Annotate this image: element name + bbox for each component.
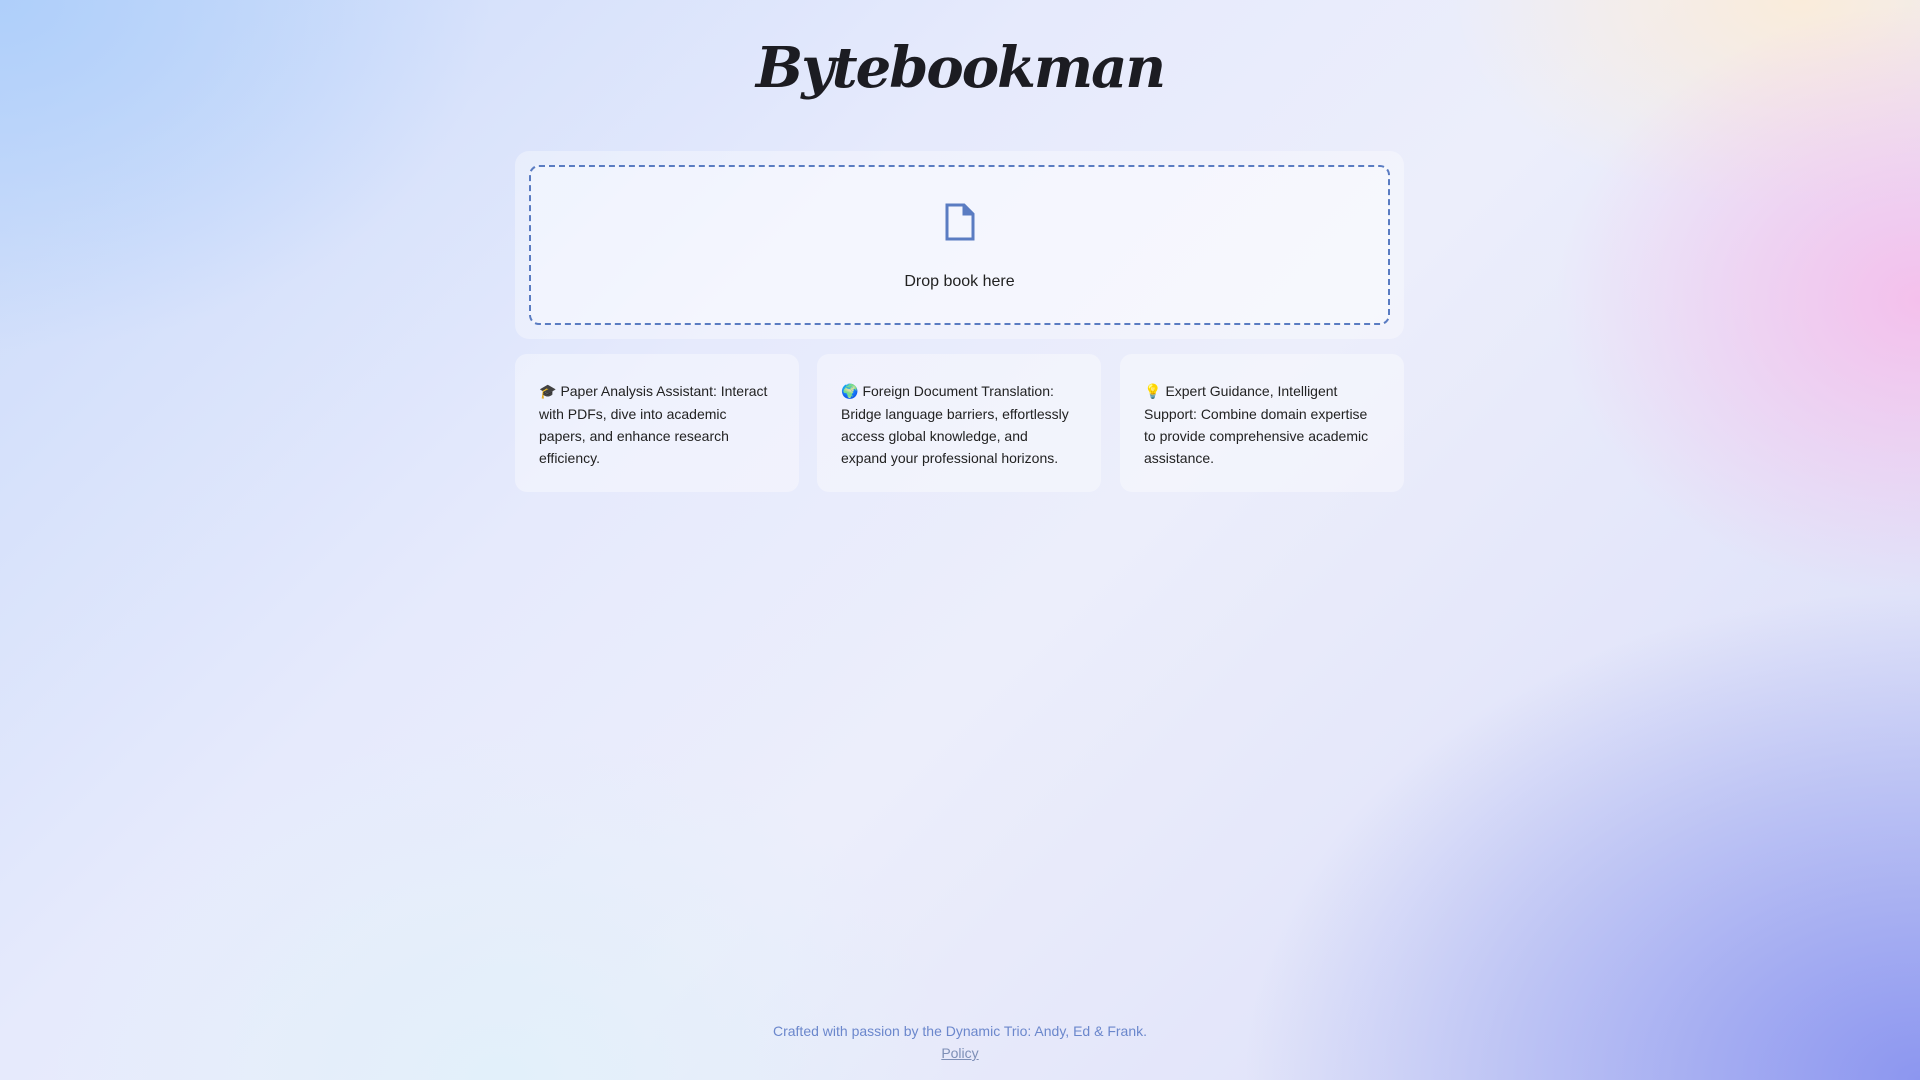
drop-zone-label: Drop book here bbox=[904, 273, 1015, 290]
feature-card-expert-guidance: 💡 Expert Guidance, Intelligent Support: C… bbox=[1120, 354, 1404, 492]
footer-credit: Crafted with passion by the Dynamic Trio… bbox=[772, 1023, 1147, 1039]
app-logo: Bytebookman bbox=[755, 35, 1166, 101]
file-icon bbox=[945, 203, 974, 241]
feature-text: Foreign Document Translation: Bridge lan… bbox=[841, 383, 1069, 466]
book-drop-zone[interactable]: Drop book here bbox=[529, 165, 1390, 325]
globe-icon: 🌍 bbox=[841, 384, 859, 400]
feature-card-paper-analysis: 🎓 Paper Analysis Assistant: Interact with… bbox=[515, 354, 799, 492]
light-bulb-icon: 💡 bbox=[1144, 384, 1162, 400]
graduation-cap-icon: 🎓 bbox=[539, 384, 557, 400]
feature-text: Expert Guidance, Intelligent Support: Co… bbox=[1144, 383, 1369, 466]
upload-panel: Drop book here bbox=[515, 151, 1404, 339]
feature-cards: 🎓 Paper Analysis Assistant: Interact with… bbox=[515, 354, 1404, 492]
feature-text: Paper Analysis Assistant: Interact with … bbox=[539, 383, 768, 466]
policy-link[interactable]: Policy bbox=[941, 1045, 978, 1061]
feature-card-translation: 🌍 Foreign Document Translation: Bridge la… bbox=[817, 354, 1101, 492]
footer: Crafted with passion by the Dynamic Trio… bbox=[0, 1020, 1920, 1064]
